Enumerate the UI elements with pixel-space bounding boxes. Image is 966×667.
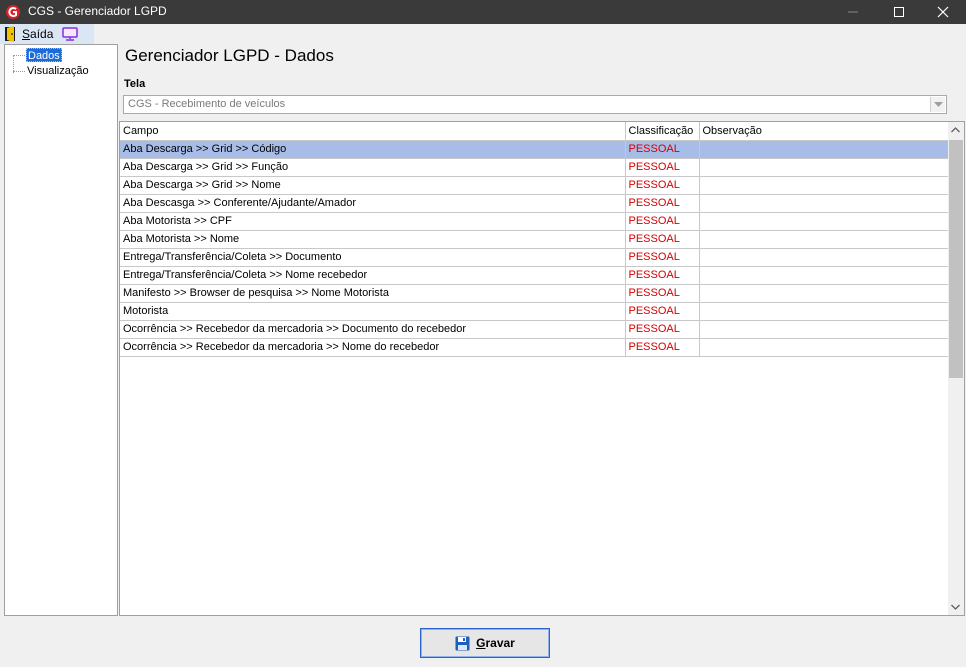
table-row[interactable]: Aba Descarga >> Grid >> Função PESSOAL: [120, 158, 950, 177]
cell-campo[interactable]: Aba Descasga >> Conferente/Ajudante/Amad…: [120, 194, 626, 213]
minimize-icon: [848, 11, 858, 13]
cell-classificacao[interactable]: PESSOAL: [625, 212, 700, 231]
cell-observacao[interactable]: [699, 230, 950, 249]
tela-dropdown-button[interactable]: [930, 97, 945, 112]
tree-item-visualizacao[interactable]: Visualização: [26, 64, 90, 78]
cell-classificacao[interactable]: PESSOAL: [625, 176, 700, 195]
cell-observacao[interactable]: [699, 338, 950, 357]
navigation-tree: Dados Visualização: [4, 44, 118, 616]
maximize-icon: [894, 7, 904, 17]
table-row[interactable]: Aba Descarga >> Grid >> Código PESSOAL: [120, 140, 950, 159]
cell-observacao[interactable]: [699, 212, 950, 231]
cell-observacao[interactable]: [699, 302, 950, 321]
cell-classificacao[interactable]: PESSOAL: [625, 248, 700, 267]
grid-table: Campo Classificação Observação Aba Desca…: [120, 122, 950, 357]
maximize-button[interactable]: [876, 0, 922, 24]
cell-campo[interactable]: Aba Descarga >> Grid >> Nome: [120, 176, 626, 195]
tela-label: Tela: [124, 78, 146, 90]
exit-door-icon: [5, 26, 15, 42]
floppy-disk-icon: [455, 636, 470, 650]
table-row[interactable]: Manifesto >> Browser de pesquisa >> Nome…: [120, 284, 950, 303]
cell-observacao[interactable]: [699, 176, 950, 195]
chevron-down-icon: [934, 102, 943, 107]
cell-observacao[interactable]: [699, 284, 950, 303]
table-row[interactable]: Aba Descasga >> Conferente/Ajudante/Amad…: [120, 194, 950, 213]
table-row[interactable]: Aba Descarga >> Grid >> Nome PESSOAL: [120, 176, 950, 195]
cell-observacao[interactable]: [699, 266, 950, 285]
cell-classificacao[interactable]: PESSOAL: [625, 194, 700, 213]
title-bar: CGS - Gerenciador LGPD: [0, 0, 966, 24]
data-grid[interactable]: Campo Classificação Observação Aba Desca…: [119, 121, 965, 616]
table-row[interactable]: Aba Motorista >> Nome PESSOAL: [120, 230, 950, 249]
cell-classificacao[interactable]: PESSOAL: [625, 338, 700, 357]
close-icon: [937, 6, 949, 18]
cell-campo[interactable]: Aba Descarga >> Grid >> Código: [120, 140, 626, 159]
cell-classificacao[interactable]: PESSOAL: [625, 140, 700, 159]
page-title: Gerenciador LGPD - Dados: [125, 46, 334, 65]
scroll-up-icon[interactable]: [951, 127, 960, 133]
column-header-campo[interactable]: Campo: [120, 122, 626, 141]
cell-observacao[interactable]: [699, 194, 950, 213]
cell-observacao[interactable]: [699, 158, 950, 177]
save-button-label: Gravar: [476, 636, 515, 650]
table-row[interactable]: Entrega/Transferência/Coleta >> Nome rec…: [120, 266, 950, 285]
vertical-scrollbar[interactable]: [948, 122, 964, 615]
monitor-icon[interactable]: [62, 27, 78, 41]
cell-campo[interactable]: Manifesto >> Browser de pesquisa >> Nome…: [120, 284, 626, 303]
cell-classificacao[interactable]: PESSOAL: [625, 302, 700, 321]
cgs-logo-icon: [6, 5, 20, 19]
tela-select-value: CGS - Recebimento de veículos: [128, 98, 286, 110]
cell-classificacao[interactable]: PESSOAL: [625, 284, 700, 303]
grid-header-row: Campo Classificação Observação: [120, 122, 950, 141]
tela-select[interactable]: CGS - Recebimento de veículos: [123, 95, 947, 114]
cell-campo[interactable]: Motorista: [120, 302, 626, 321]
cell-campo[interactable]: Aba Motorista >> Nome: [120, 230, 626, 249]
cell-campo[interactable]: Entrega/Transferência/Coleta >> Nome rec…: [120, 266, 626, 285]
scroll-down-icon[interactable]: [951, 604, 960, 610]
save-button[interactable]: Gravar: [420, 628, 550, 658]
column-header-classificacao[interactable]: Classificação: [625, 122, 700, 141]
menu-toolbar: Saída: [0, 24, 94, 44]
cell-classificacao[interactable]: PESSOAL: [625, 266, 700, 285]
tree-branch: [13, 55, 25, 56]
table-row[interactable]: Ocorrência >> Recebedor da mercadoria >>…: [120, 320, 950, 339]
cell-classificacao[interactable]: PESSOAL: [625, 230, 700, 249]
tree-item-dados[interactable]: Dados: [26, 48, 62, 62]
table-row[interactable]: Aba Motorista >> CPF PESSOAL: [120, 212, 950, 231]
cell-campo[interactable]: Aba Motorista >> CPF: [120, 212, 626, 231]
cell-classificacao[interactable]: PESSOAL: [625, 158, 700, 177]
table-row[interactable]: Motorista PESSOAL: [120, 302, 950, 321]
column-header-observacao[interactable]: Observação: [699, 122, 950, 141]
scrollbar-thumb[interactable]: [949, 140, 963, 378]
cell-campo[interactable]: Entrega/Transferência/Coleta >> Document…: [120, 248, 626, 267]
minimize-button[interactable]: [830, 0, 876, 24]
menu-saida[interactable]: Saída: [4, 26, 53, 42]
cell-campo[interactable]: Aba Descarga >> Grid >> Função: [120, 158, 626, 177]
tree-branch: [13, 71, 25, 72]
menu-saida-label: Saída: [22, 27, 54, 41]
cell-observacao[interactable]: [699, 140, 950, 159]
close-button[interactable]: [920, 0, 966, 24]
table-row[interactable]: Ocorrência >> Recebedor da mercadoria >>…: [120, 338, 950, 357]
cell-observacao[interactable]: [699, 248, 950, 267]
cell-classificacao[interactable]: PESSOAL: [625, 320, 700, 339]
cell-campo[interactable]: Ocorrência >> Recebedor da mercadoria >>…: [120, 338, 626, 357]
cell-campo[interactable]: Ocorrência >> Recebedor da mercadoria >>…: [120, 320, 626, 339]
menu-bar: Saída: [0, 24, 966, 44]
window-title: CGS - Gerenciador LGPD: [28, 4, 167, 18]
table-row[interactable]: Entrega/Transferência/Coleta >> Document…: [120, 248, 950, 267]
cell-observacao[interactable]: [699, 320, 950, 339]
